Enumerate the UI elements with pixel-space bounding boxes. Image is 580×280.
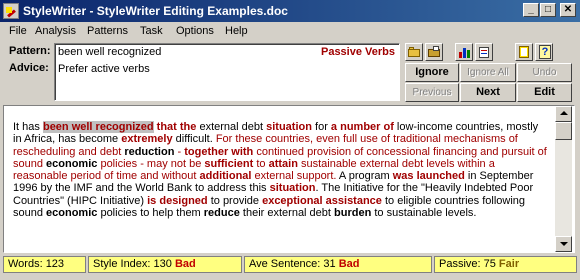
doc-segment: It has (13, 121, 43, 133)
status-ave-sentence: Ave Sentence: 31 Bad (244, 256, 432, 273)
doc-segment: A program (336, 170, 393, 183)
list-button[interactable] (475, 43, 493, 61)
flagged-phrase[interactable]: that the (157, 121, 197, 133)
title-bar[interactable]: StyleWriter - StyleWriter Editing Exampl… (0, 0, 580, 22)
flagged-phrase[interactable]: situation (266, 121, 312, 133)
doc-segment: policies to help them (97, 207, 204, 220)
flagged-phrase[interactable]: external support. (251, 170, 337, 182)
flagged-phrase[interactable]: - (174, 146, 184, 158)
menu-file[interactable]: File (9, 25, 27, 37)
flagged-phrase[interactable]: burden (334, 207, 371, 219)
minimize-button[interactable]: _ (523, 3, 539, 17)
doc-segment: for (311, 121, 331, 133)
scroll-down-button[interactable] (555, 236, 572, 252)
help-button[interactable]: ? (535, 43, 553, 61)
flagged-phrase[interactable]: reduction (124, 146, 174, 158)
menu-help[interactable]: Help (225, 25, 248, 37)
doc-segment: difficult. (172, 133, 216, 146)
menu-options[interactable]: Options (176, 25, 214, 37)
ave-sentence-rating: Bad (338, 258, 360, 270)
style-index-rating: Bad (174, 258, 196, 270)
status-words: Words: 123 (3, 256, 86, 273)
doc-segment: to provide (207, 194, 263, 207)
doc-segment: to sustainable levels. (371, 207, 477, 220)
flagged-phrase[interactable]: is designed (147, 195, 208, 207)
flagged-phrase[interactable]: attain (269, 158, 298, 170)
pattern-category: Passive Verbs (320, 46, 395, 58)
advice-label: Advice: (9, 62, 49, 74)
ignore-button[interactable]: Ignore (405, 63, 459, 82)
open-folder-icon (408, 49, 420, 57)
help-icon: ? (539, 45, 551, 59)
previous-button[interactable]: Previous (405, 83, 459, 102)
flagged-phrase[interactable]: economic (46, 207, 97, 219)
document-pane[interactable]: It has been well recognized that the ext… (3, 105, 575, 253)
chart-button[interactable] (455, 43, 473, 61)
flagged-phrase[interactable]: together with (184, 146, 253, 158)
menu-patterns[interactable]: Patterns (87, 25, 128, 37)
document-text[interactable]: It has been well recognized that the ext… (13, 121, 547, 219)
folder-button[interactable] (425, 43, 443, 61)
window-title: StyleWriter - StyleWriter Editing Exampl… (23, 4, 288, 18)
edit-button[interactable]: Edit (517, 83, 572, 102)
status-style-index: Style Index: 130 Bad (88, 256, 242, 273)
next-button[interactable]: Next (460, 83, 516, 102)
flagged-phrase[interactable]: been well recognized (42, 121, 154, 133)
vertical-scrollbar[interactable] (555, 106, 572, 252)
flagged-phrase[interactable]: exceptional assistance (262, 195, 382, 207)
maximize-button[interactable]: □ (540, 3, 556, 17)
undo-button[interactable]: Undo (517, 63, 572, 82)
scroll-thumb[interactable] (555, 122, 572, 140)
flagged-phrase[interactable]: extremely (121, 133, 172, 145)
advice-value: Prefer active verbs (58, 63, 150, 75)
menu-bar: File Analysis Patterns Task Options Help (0, 22, 580, 41)
stylewriter-window: StyleWriter - StyleWriter Editing Exampl… (0, 0, 580, 280)
passive-rating: Fair (498, 258, 520, 270)
flagged-phrase[interactable]: situation (270, 182, 316, 194)
status-passive: Passive: 75 Fair (434, 256, 577, 273)
menu-analysis[interactable]: Analysis (35, 25, 76, 37)
open-folder-button[interactable] (405, 43, 423, 61)
book-button[interactable] (515, 43, 533, 61)
flagged-phrase[interactable]: sufficient (204, 158, 253, 170)
close-button[interactable]: ✕ (560, 3, 576, 17)
pattern-advice-panel: been well recognized Passive Verbs Prefe… (54, 43, 400, 101)
flagged-phrase[interactable]: reduce (204, 207, 240, 219)
doc-segment: their external debt (239, 207, 335, 220)
ignore-all-button[interactable]: Ignore All (460, 63, 516, 82)
menu-task[interactable]: Task (140, 25, 163, 37)
flagged-phrase[interactable]: policies - may not be (97, 158, 204, 170)
flagged-phrase[interactable]: was launched (393, 170, 465, 182)
flagged-phrase[interactable]: additional (200, 170, 252, 182)
flagged-phrase[interactable]: to (253, 158, 268, 170)
pattern-label: Pattern: (9, 45, 51, 57)
chart-icon (459, 52, 462, 58)
flagged-phrase[interactable]: a number of (331, 121, 394, 133)
flagged-phrase[interactable]: economic (46, 158, 97, 170)
status-bar: Words: 123 Style Index: 130 Bad Ave Sent… (0, 256, 580, 274)
doc-segment: external debt (196, 121, 267, 133)
scroll-up-button[interactable] (555, 106, 572, 122)
pattern-value: been well recognized (58, 46, 162, 58)
app-icon[interactable] (3, 3, 19, 19)
